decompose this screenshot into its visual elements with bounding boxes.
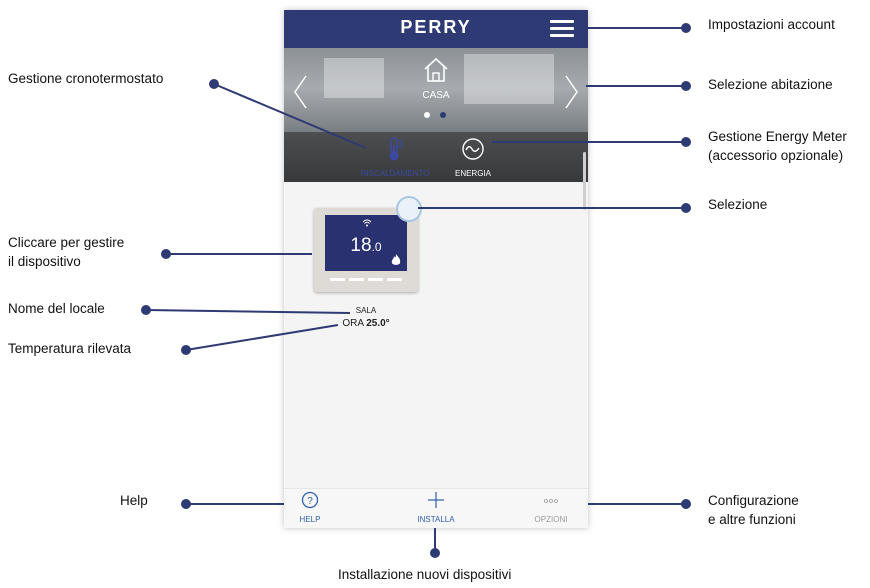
hamburger-icon bbox=[550, 20, 574, 23]
callout-config-line1: Configurazione bbox=[708, 493, 799, 508]
plus-icon bbox=[428, 492, 444, 508]
more-dots-icon bbox=[544, 499, 558, 503]
key-4 bbox=[387, 278, 402, 281]
temperature-integer: 18 bbox=[350, 235, 372, 256]
thermostat-keys bbox=[330, 278, 402, 282]
flame-icon bbox=[391, 254, 401, 265]
thermometer-icon bbox=[389, 137, 403, 161]
home-selector-banner: CASA RISCALDAMENTO ENERGIA bbox=[284, 48, 588, 182]
selection-toggle[interactable] bbox=[396, 196, 422, 222]
key-2 bbox=[349, 278, 364, 281]
callout-abitazione: Selezione abitazione bbox=[708, 77, 833, 92]
menu-button[interactable] bbox=[550, 20, 574, 38]
tab-help[interactable]: ? HELP bbox=[290, 491, 330, 524]
callout-account: Impostazioni account bbox=[708, 17, 835, 32]
bottom-tab-bar: ? HELP INSTALLA OPZIONI bbox=[284, 488, 588, 528]
callout-cronotermostato: Gestione cronotermostato bbox=[8, 71, 164, 86]
key-1 bbox=[330, 278, 345, 281]
callout-selezione: Selezione bbox=[708, 197, 768, 212]
energy-wave-icon bbox=[462, 138, 484, 160]
home-label: CASA bbox=[422, 90, 450, 101]
callout-nome-locale: Nome del locale bbox=[8, 301, 105, 316]
room-name: SALA bbox=[355, 306, 377, 315]
page-indicator bbox=[422, 110, 452, 120]
reading-value: 25.0° bbox=[366, 318, 390, 329]
thermostat-display: 18.0 bbox=[325, 215, 407, 271]
room-reading: ORA 25.0° bbox=[314, 318, 418, 329]
tab-installa[interactable]: INSTALLA bbox=[410, 491, 462, 524]
tab-installa-label: INSTALLA bbox=[417, 515, 455, 524]
tab-energia[interactable]: ENERGIA bbox=[428, 136, 518, 178]
svg-text:?: ? bbox=[307, 496, 313, 507]
key-3 bbox=[368, 278, 383, 281]
phone-screen: PERRY CASA RISCALDAMENTO ENERGIA 18.0 SA… bbox=[284, 10, 588, 528]
tab-opzioni[interactable]: OPZIONI bbox=[528, 491, 574, 524]
brand-logo: PERRY bbox=[400, 17, 472, 37]
page-dot[interactable] bbox=[440, 112, 446, 118]
hamburger-icon-line bbox=[550, 34, 574, 37]
callout-energy-line1: Gestione Energy Meter bbox=[708, 129, 847, 144]
tab-energia-label: ENERGIA bbox=[454, 169, 491, 178]
tab-opzioni-label: OPZIONI bbox=[534, 515, 568, 524]
help-circle-icon: ? bbox=[301, 491, 319, 509]
callout-config-line2: e altre funzioni bbox=[708, 512, 796, 527]
callout-gestire-line2: il dispositivo bbox=[8, 254, 81, 269]
temperature-decimal: .0 bbox=[371, 240, 382, 254]
callout-installazione: Installazione nuovi dispositivi bbox=[338, 567, 512, 582]
callout-energy-line2: (accessorio opzionale) bbox=[708, 148, 844, 163]
function-bar: RISCALDAMENTO ENERGIA bbox=[284, 132, 588, 182]
callout-temperatura: Temperatura rilevata bbox=[8, 341, 132, 356]
reading-prefix: ORA bbox=[342, 318, 364, 329]
device-list: 18.0 SALA ORA 25.0° bbox=[284, 152, 588, 488]
callout-gestire-line1: Cliccare per gestire bbox=[8, 235, 125, 250]
callout-help: Help bbox=[120, 493, 148, 508]
tab-help-label: HELP bbox=[299, 515, 321, 524]
scrollbar[interactable] bbox=[583, 152, 586, 210]
page-dot-active[interactable] bbox=[424, 112, 430, 118]
hamburger-icon-line bbox=[550, 27, 574, 30]
top-bar: PERRY bbox=[284, 10, 588, 48]
tab-riscaldamento-label: RISCALDAMENTO bbox=[360, 169, 430, 178]
wifi-icon bbox=[362, 219, 372, 227]
home-icon[interactable] bbox=[422, 56, 450, 84]
tab-riscaldamento[interactable]: RISCALDAMENTO bbox=[350, 136, 440, 178]
